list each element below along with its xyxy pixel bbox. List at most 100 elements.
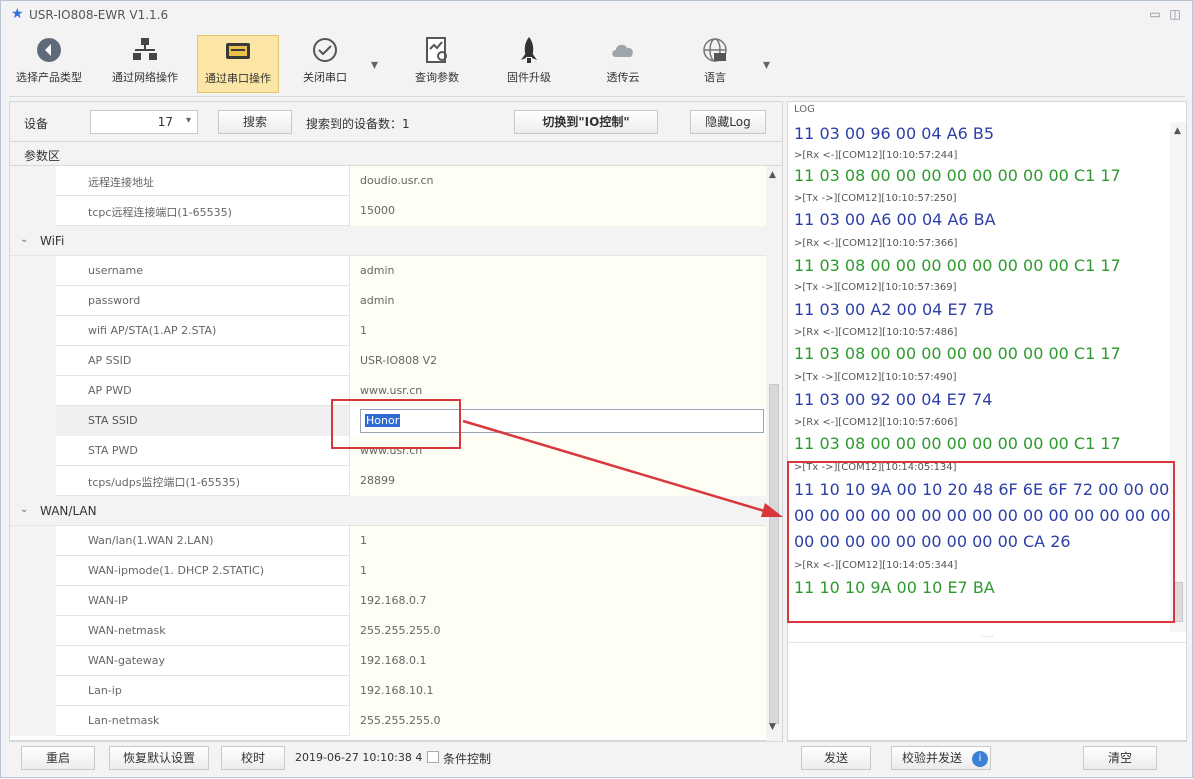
network-icon <box>133 38 157 60</box>
param-key: tcpc远程连接端口(1-65535) <box>56 196 350 226</box>
param-area-title: 参数区 <box>10 142 782 166</box>
log-line: 11 03 00 A6 00 04 A6 BA <box>794 210 996 229</box>
param-row[interactable]: tcpc远程连接端口(1-65535) 15000 <box>10 196 766 226</box>
param-value[interactable]: admin <box>350 256 766 286</box>
section-wifi[interactable]: ⌄ WiFi <box>10 226 766 256</box>
log-line: 11 03 00 92 00 04 E7 74 <box>794 390 993 409</box>
param-value[interactable]: 192.168.0.1 <box>350 646 766 676</box>
firmware-upgrade-button[interactable]: 固件升级 <box>499 35 559 93</box>
window-title: USR-IO808-EWR V1.1.6 <box>29 8 169 22</box>
param-row[interactable]: Wan/lan(1.WAN 2.LAN) 1 <box>10 526 766 556</box>
chevron-down-icon[interactable]: ⌄ <box>20 234 28 245</box>
param-row[interactable]: username admin <box>10 256 766 286</box>
conditional-control-label: 条件控制 <box>443 752 492 766</box>
param-row[interactable]: wifi AP/STA(1.AP 2.STA) 1 <box>10 316 766 346</box>
scroll-up-icon[interactable]: ▲ <box>769 170 776 180</box>
toolbar-dropdown-icon[interactable]: ▾ <box>371 57 378 73</box>
section-wan-lan[interactable]: ⌄ WAN/LAN <box>10 496 766 526</box>
send-button[interactable]: 发送 <box>801 746 871 770</box>
param-value[interactable]: 255.255.255.0 <box>350 616 766 646</box>
param-key: AP PWD <box>56 376 350 406</box>
network-operation-button[interactable]: 通过网络操作 <box>109 35 181 93</box>
scroll-down-icon[interactable]: ▼ <box>769 722 776 732</box>
switch-io-control-button[interactable]: 切换到"IO控制" <box>514 110 658 134</box>
param-scrollbar[interactable]: ▲ ▼ <box>766 166 782 742</box>
param-row[interactable]: tcps/udps监控端口(1-65535) 28899 <box>10 466 766 496</box>
param-row[interactable]: password admin <box>10 286 766 316</box>
send-input[interactable] <box>788 642 1186 740</box>
log-line: >[Tx ->][COM12][10:10:57:250] <box>794 193 957 204</box>
restart-button[interactable]: 重启 <box>21 746 95 770</box>
log-panel: LOG 11 03 00 96 00 04 A6 B5 >[Rx <-][COM… <box>787 101 1187 741</box>
param-value[interactable]: 192.168.10.1 <box>350 676 766 706</box>
rocket-icon <box>521 37 537 63</box>
param-key: wifi AP/STA(1.AP 2.STA) <box>56 316 350 346</box>
device-time: 2019-06-27 10:10:38 4 <box>295 751 423 764</box>
param-key: WAN-netmask <box>56 616 350 646</box>
param-row[interactable]: AP SSID USR-IO808 V2 <box>10 346 766 376</box>
verify-send-button[interactable]: 校验并发送 i <box>891 746 991 770</box>
chevron-down-icon[interactable]: ⌄ <box>20 504 28 515</box>
globe-icon <box>703 38 727 62</box>
param-value[interactable]: 1 <box>350 316 766 346</box>
conditional-control-checkbox[interactable] <box>427 751 439 763</box>
toolbar-more-icon[interactable]: ▾ <box>763 57 770 73</box>
param-key: username <box>56 256 350 286</box>
log-line: 11 03 00 A2 00 04 E7 7B <box>794 300 994 319</box>
app-logo-icon: ★ <box>11 6 24 22</box>
select-product-type-button[interactable]: 选择产品类型 <box>13 35 85 93</box>
cloud-icon <box>612 44 633 57</box>
transparent-cloud-button[interactable]: 透传云 <box>593 35 653 93</box>
scroll-thumb[interactable] <box>1174 582 1183 622</box>
hide-log-button[interactable]: 隐藏Log <box>690 110 766 134</box>
scroll-thumb[interactable] <box>769 384 779 724</box>
toolbar: 选择产品类型 通过网络操作 通过串口操作 关闭串口 ▾ 查询参数 固件升级 透传… <box>9 29 1185 97</box>
query-params-button[interactable]: 查询参数 <box>407 35 467 93</box>
param-value[interactable]: 28899 <box>350 466 766 496</box>
param-value[interactable]: doudio.usr.cn <box>350 166 766 196</box>
param-value[interactable]: admin <box>350 286 766 316</box>
param-value[interactable]: 1 <box>350 526 766 556</box>
param-key: AP SSID <box>56 346 350 376</box>
param-row[interactable]: Lan-netmask 255.255.255.0 <box>10 706 766 736</box>
clear-button[interactable]: 清空 <box>1083 746 1157 770</box>
minimize-button[interactable]: ▭ <box>1147 7 1163 21</box>
param-key: Lan-ip <box>56 676 350 706</box>
search-button[interactable]: 搜索 <box>218 110 292 134</box>
param-key: STA SSID <box>56 406 350 436</box>
calibrate-time-button[interactable]: 校时 <box>221 746 285 770</box>
scroll-up-icon[interactable]: ▲ <box>1174 126 1181 136</box>
log-line: 11 03 08 00 00 00 00 00 00 00 00 C1 17 <box>794 344 1121 363</box>
log-line: >[Tx ->][COM12][10:10:57:490] <box>794 372 957 383</box>
param-row[interactable]: WAN-netmask 255.255.255.0 <box>10 616 766 646</box>
query-doc-icon <box>426 37 447 63</box>
title-bar: ★ USR-IO808-EWR V1.1.6 ▭ ◫ <box>1 1 1192 29</box>
log-splitter[interactable]: ..... <box>788 631 1186 640</box>
param-value[interactable]: 255.255.255.0 <box>350 706 766 736</box>
section-title: WAN/LAN <box>40 504 97 518</box>
param-key: WAN-IP <box>56 586 350 616</box>
param-row[interactable]: WAN-ipmode(1. DHCP 2.STATIC) 1 <box>10 556 766 586</box>
log-line: >[Tx ->][COM12][10:10:57:369] <box>794 282 957 293</box>
highlight-box-log <box>787 461 1175 623</box>
log-line: >[Rx <-][COM12][10:10:57:366] <box>794 238 958 249</box>
param-value[interactable]: 15000 <box>350 196 766 226</box>
section-title: WiFi <box>40 234 65 248</box>
param-key: Lan-netmask <box>56 706 350 736</box>
param-value[interactable]: USR-IO808 V2 <box>350 346 766 376</box>
serial-operation-button[interactable]: 通过串口操作 <box>197 35 279 93</box>
param-value[interactable]: 1 <box>350 556 766 586</box>
maximize-button[interactable]: ◫ <box>1167 7 1183 21</box>
param-value[interactable]: 192.168.0.7 <box>350 586 766 616</box>
language-button[interactable]: 语言 <box>685 35 745 93</box>
param-row[interactable]: Lan-ip 192.168.10.1 <box>10 676 766 706</box>
restore-defaults-button[interactable]: 恢复默认设置 <box>109 746 209 770</box>
param-row[interactable]: WAN-IP 192.168.0.7 <box>10 586 766 616</box>
log-line: 11 03 08 00 00 00 00 00 00 00 00 C1 17 <box>794 166 1121 185</box>
param-key: password <box>56 286 350 316</box>
param-key: WAN-ipmode(1. DHCP 2.STATIC) <box>56 556 350 586</box>
device-select[interactable]: 17 ▾ <box>90 110 198 134</box>
param-row[interactable]: WAN-gateway 192.168.0.1 <box>10 646 766 676</box>
param-row[interactable]: 远程连接地址 doudio.usr.cn <box>10 166 766 196</box>
close-serial-button[interactable]: 关闭串口 <box>295 35 355 93</box>
